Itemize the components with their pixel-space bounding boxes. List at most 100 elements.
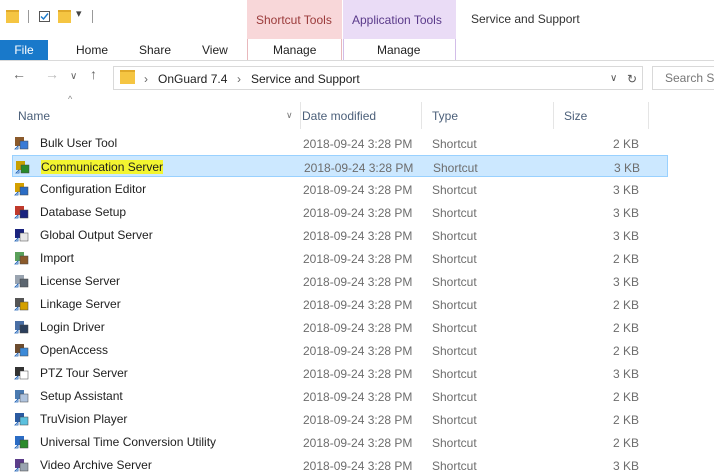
column-separator[interactable] xyxy=(421,102,422,129)
time-conversion-icon xyxy=(14,435,29,450)
recent-locations-chevron-icon[interactable]: ∨ xyxy=(70,69,77,85)
shortcut-tools-context-tab[interactable]: Shortcut Tools xyxy=(247,0,342,39)
file-date-modified: 2018-09-24 3:28 PM xyxy=(303,206,413,220)
file-size: 2 KB xyxy=(612,436,639,450)
tab-file[interactable]: File xyxy=(0,40,48,60)
file-size: 3 KB xyxy=(612,275,639,289)
column-name[interactable]: Name xyxy=(18,109,50,123)
shortcut-tools-label: Shortcut Tools xyxy=(256,13,332,27)
breadcrumb-onguard[interactable]: OnGuard 7.4 xyxy=(158,72,227,86)
new-folder-icon[interactable] xyxy=(58,10,71,23)
config-editor-icon xyxy=(14,182,29,197)
tab-view[interactable]: View xyxy=(202,43,228,57)
file-type: Shortcut xyxy=(432,137,477,151)
file-row[interactable]: Login Driver 2018-09-24 3:28 PM Shortcut 2 … xyxy=(12,316,668,338)
address-dropdown-icon[interactable]: ∨ xyxy=(610,73,617,84)
file-row[interactable]: Linkage Server 2018-09-24 3:28 PM Shortcut… xyxy=(12,293,668,315)
search-input[interactable]: Search S xyxy=(652,66,714,90)
quick-access-folder-icon[interactable] xyxy=(6,10,19,23)
linkage-icon xyxy=(14,297,29,312)
global-output-icon xyxy=(14,228,29,243)
refresh-icon[interactable]: ↻ xyxy=(627,72,637,86)
forward-arrow-icon[interactable]: → xyxy=(45,66,59,82)
setup-icon xyxy=(14,389,29,404)
communication-server-icon xyxy=(15,160,30,175)
file-name: Import xyxy=(40,251,75,265)
file-row[interactable]: TruVision Player 2018-09-24 3:28 PM Shortc… xyxy=(12,408,668,430)
file-date-modified: 2018-09-24 3:28 PM xyxy=(304,161,414,175)
properties-check-icon[interactable] xyxy=(39,11,50,22)
file-size: 3 KB xyxy=(613,161,640,175)
file-name: PTZ Tour Server xyxy=(40,366,128,380)
openaccess-icon xyxy=(14,343,29,358)
file-type: Shortcut xyxy=(433,161,478,175)
file-type: Shortcut xyxy=(432,436,477,450)
file-row[interactable]: License Server 2018-09-24 3:28 PM Shortcut… xyxy=(12,270,668,292)
file-type: Shortcut xyxy=(432,252,477,266)
file-row[interactable]: Communication Server 2018-09-24 3:28 PM Sh… xyxy=(12,155,668,177)
file-size: 2 KB xyxy=(612,137,639,151)
file-row[interactable]: OpenAccess 2018-09-24 3:28 PM Shortcut 2 KB xyxy=(12,339,668,361)
file-name: OpenAccess xyxy=(40,343,109,357)
file-type: Shortcut xyxy=(432,413,477,427)
customize-toolbar-icon[interactable]: ▾ xyxy=(76,7,82,20)
tab-manage-application[interactable]: Manage xyxy=(377,43,420,57)
file-date-modified: 2018-09-24 3:28 PM xyxy=(303,298,413,312)
file-size: 3 KB xyxy=(612,229,639,243)
column-separator[interactable] xyxy=(648,102,649,129)
file-date-modified: 2018-09-24 3:28 PM xyxy=(303,321,413,335)
file-row[interactable]: Import 2018-09-24 3:28 PM Shortcut 2 KB xyxy=(12,247,668,269)
back-arrow-icon[interactable]: ← xyxy=(12,66,26,82)
breadcrumb-separator-icon: › xyxy=(237,72,241,86)
column-filter-chevron-icon[interactable]: ∨ xyxy=(286,110,293,121)
file-date-modified: 2018-09-24 3:28 PM xyxy=(303,229,413,243)
file-size: 2 KB xyxy=(612,390,639,404)
tab-share[interactable]: Share xyxy=(139,43,171,57)
users-app-icon xyxy=(14,136,29,151)
file-row[interactable]: Global Output Server 2018-09-24 3:28 PM Sh… xyxy=(12,224,668,246)
file-row[interactable]: Universal Time Conversion Utility 2018-09… xyxy=(12,431,668,453)
column-date-modified[interactable]: Date modified xyxy=(302,109,376,123)
tab-manage-shortcut[interactable]: Manage xyxy=(273,43,316,57)
application-tools-context-tab[interactable]: Application Tools xyxy=(343,0,456,39)
file-size: 3 KB xyxy=(612,367,639,381)
file-row[interactable]: Bulk User Tool 2018-09-24 3:28 PM Shortcut… xyxy=(12,132,668,154)
file-name: License Server xyxy=(40,274,121,288)
file-name: Login Driver xyxy=(40,320,105,334)
up-arrow-icon[interactable]: ↑ xyxy=(90,66,97,82)
file-size: 2 KB xyxy=(612,321,639,335)
file-date-modified: 2018-09-24 3:28 PM xyxy=(303,390,413,404)
file-name: TruVision Player xyxy=(40,412,128,426)
file-row[interactable]: Configuration Editor 2018-09-24 3:28 PM Sh… xyxy=(12,178,668,200)
tab-home[interactable]: Home xyxy=(76,43,108,57)
ribbon-divider xyxy=(0,60,714,61)
file-type: Shortcut xyxy=(432,298,477,312)
file-name: Video Archive Server xyxy=(40,458,152,472)
file-name: Configuration Editor xyxy=(40,182,147,196)
column-type[interactable]: Type xyxy=(432,109,458,123)
file-size: 3 KB xyxy=(612,206,639,220)
file-row[interactable]: Database Setup 2018-09-24 3:28 PM Shortcut… xyxy=(12,201,668,223)
column-size[interactable]: Size xyxy=(564,109,587,123)
file-type: Shortcut xyxy=(432,275,477,289)
file-date-modified: 2018-09-24 3:28 PM xyxy=(303,436,413,450)
file-row[interactable]: PTZ Tour Server 2018-09-24 3:28 PM Shortcu… xyxy=(12,362,668,384)
file-size: 2 KB xyxy=(612,344,639,358)
database-icon xyxy=(14,205,29,220)
file-date-modified: 2018-09-24 3:28 PM xyxy=(303,275,413,289)
file-name: Universal Time Conversion Utility xyxy=(40,435,217,449)
file-date-modified: 2018-09-24 3:28 PM xyxy=(303,459,413,473)
column-separator[interactable] xyxy=(300,102,301,129)
breadcrumb-service-support[interactable]: Service and Support xyxy=(251,72,360,86)
file-size: 2 KB xyxy=(612,413,639,427)
window-title: Service and Support xyxy=(471,12,580,26)
file-name: Linkage Server xyxy=(40,297,121,311)
ptz-icon xyxy=(14,366,29,381)
file-row[interactable]: Video Archive Server 2018-09-24 3:28 PM Sh… xyxy=(12,454,668,476)
truvision-icon xyxy=(14,412,29,427)
file-row[interactable]: Setup Assistant 2018-09-24 3:28 PM Shortcu… xyxy=(12,385,668,407)
file-size: 2 KB xyxy=(612,252,639,266)
column-separator[interactable] xyxy=(553,102,554,129)
toolbar-separator xyxy=(28,10,29,23)
address-folder-icon xyxy=(120,70,135,84)
